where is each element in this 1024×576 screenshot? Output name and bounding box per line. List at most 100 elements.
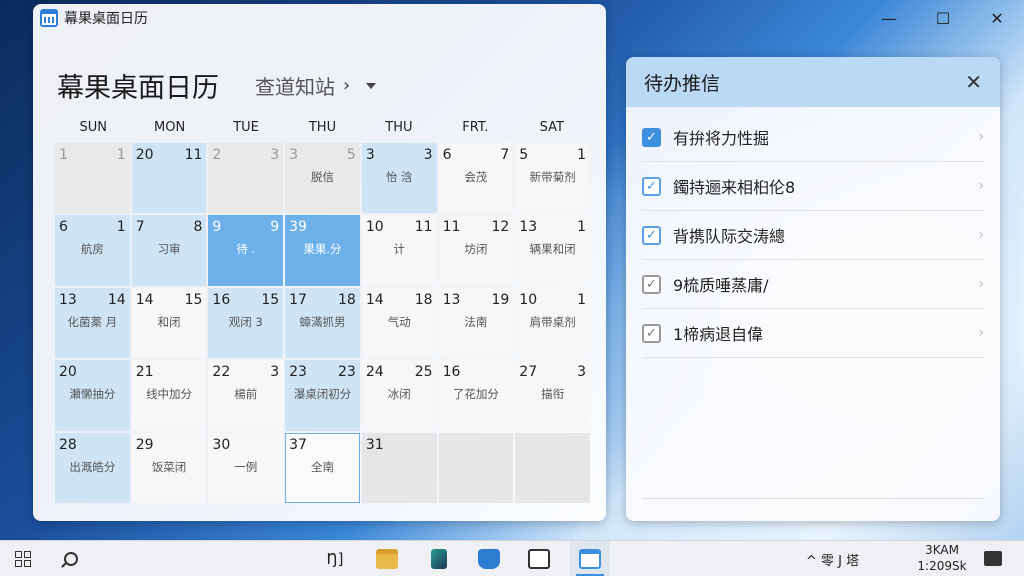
windows-logo-icon [15, 551, 31, 567]
minimize-button[interactable]: — [862, 0, 916, 36]
close-window-button[interactable]: ✕ [970, 0, 1024, 36]
notification-icon[interactable] [984, 551, 1002, 566]
clock[interactable]: 3KAM 1:209Sk [917, 542, 967, 574]
day-cell[interactable]: 17 18 蟑滿抓男 [285, 287, 360, 359]
day-event-label: 坊闭 [464, 242, 488, 257]
calendar-taskbar-button[interactable] [570, 541, 610, 576]
day-cell[interactable]: 3 5 脱信 [285, 143, 360, 214]
day-cell[interactable]: 6 1 航房 [55, 215, 130, 286]
calendar-source-link[interactable]: 查道知站 [255, 71, 335, 100]
day-number: 19 [491, 291, 510, 308]
tool-app-button[interactable] [422, 541, 456, 576]
day-cell[interactable] [438, 432, 514, 503]
day-cell[interactable]: 20 11 [131, 143, 207, 214]
chevron-right-icon[interactable]: › [978, 129, 984, 145]
day-cell[interactable]: 30 一例 [208, 432, 284, 503]
day-event-label: 一例 [234, 459, 258, 474]
checkbox-icon[interactable]: ✓ [642, 274, 661, 294]
day-cell[interactable]: 10 1 肩带桌剂 [515, 287, 590, 359]
checkbox-icon[interactable]: ✓ [642, 176, 661, 196]
day-cell[interactable]: 21 线中加分 [131, 360, 207, 431]
day-number: 1 [577, 291, 586, 308]
day-cell[interactable]: 9 9 待 . [208, 215, 284, 286]
weekday-header-row: SUN MON TUE THU THU FRT. SAT [55, 120, 590, 135]
caret-down-icon[interactable] [366, 82, 377, 89]
day-cell[interactable]: 24 25 冰闭 [361, 360, 437, 431]
chevron-right-icon[interactable]: › [978, 325, 984, 341]
day-number: 14 [135, 291, 154, 308]
checkbox-icon[interactable]: ✓ [642, 225, 661, 245]
day-cell[interactable]: 27 3 描衔 [515, 360, 590, 431]
checkbox-icon[interactable]: ✓ [642, 323, 661, 343]
day-cell[interactable]: 22 3 楊前 [208, 360, 284, 431]
day-number: 7 [135, 219, 145, 236]
day-event-label: 待 . [236, 242, 256, 257]
day-event-label: 新带菊剂 [529, 170, 576, 184]
system-tray[interactable]: ^ 零 J 塔 [806, 541, 859, 576]
close-icon[interactable]: ✕ [965, 70, 982, 94]
chevron-right-icon[interactable]: › [978, 276, 984, 292]
day-number: 1 [116, 219, 126, 236]
day-cell[interactable]: 14 18 气动 [361, 287, 437, 359]
todo-panel: 待办推信 ✕ ✓ 有拚将力性掘 › ✓ 鐲持逦来相桕伦8 › ✓ 背携队际交涛總 › ✓ 9梳质唾蒸… [626, 57, 1000, 521]
day-number: 11 [184, 147, 203, 163]
day-cell[interactable]: 3 3 怡 浛 [361, 143, 437, 214]
day-cell[interactable]: 6 7 会茂 [438, 143, 514, 214]
chevron-right-icon[interactable]: › [343, 75, 350, 96]
todo-item[interactable]: ✓ 背携队际交涛總 › [642, 211, 984, 260]
store-button[interactable] [472, 541, 506, 576]
day-cell[interactable]: 7 8 习审 [131, 215, 207, 286]
weekday-label: MON [154, 120, 186, 135]
day-cell[interactable]: 13 1 辆果和闭 [515, 215, 590, 286]
day-cell[interactable]: 13 14 化菌薬 月 [55, 287, 130, 359]
mail-app-button[interactable] [522, 541, 556, 576]
day-event-label: 化菌薬 月 [67, 314, 118, 329]
day-number: 3 [270, 147, 280, 163]
day-cell[interactable]: 16 15 观闭 3 [208, 287, 284, 359]
todo-item[interactable]: ✓ 1楴病退自偉 › [642, 309, 984, 358]
day-number: 9 [212, 219, 222, 236]
day-number: 1 [577, 219, 586, 236]
day-cell[interactable]: 10 11 计 [361, 215, 437, 286]
day-cell[interactable]: 14 15 和闭 [131, 287, 207, 359]
todo-title: 待办推信 [644, 72, 721, 95]
day-cell[interactable]: 11 12 坊闭 [438, 215, 514, 286]
tray-icons[interactable]: ^ 零 J 塔 [806, 550, 859, 569]
day-cell[interactable]: 5 1 新带菊剂 [515, 143, 590, 214]
day-event-label: 楊前 [234, 387, 258, 402]
day-number: 3 [270, 364, 280, 381]
start-button[interactable] [6, 541, 40, 576]
day-event-label: 瀑桌闭初分 [293, 387, 352, 402]
day-cell[interactable]: 28 出溉皓分 [55, 432, 130, 503]
day-cell[interactable] [515, 432, 590, 503]
day-number: 22 [212, 364, 231, 381]
day-event-label: 辆果和闭 [529, 242, 576, 257]
day-cell[interactable]: 29 饭菜闭 [131, 432, 207, 503]
day-number: 3 [423, 147, 433, 163]
day-number: 15 [184, 291, 203, 308]
todo-item[interactable]: ✓ 9梳质唾蒸庸/ › [642, 260, 984, 309]
book-app-button[interactable]: Ŋ] [318, 541, 352, 576]
day-number: 5 [346, 147, 356, 163]
todo-item[interactable]: ✓ 鐲持逦来相桕伦8 › [642, 162, 984, 211]
day-cell[interactable]: 13 19 法南 [438, 287, 514, 359]
file-explorer-button[interactable] [370, 541, 404, 576]
search-button[interactable] [54, 541, 88, 576]
day-cell[interactable]: 23 23 瀑桌闭初分 [285, 360, 360, 431]
todo-item[interactable]: ✓ 有拚将力性掘 › [642, 113, 984, 162]
day-number: 1 [116, 147, 126, 163]
maximize-button[interactable]: ☐ [916, 0, 970, 36]
chevron-right-icon[interactable]: › [978, 178, 984, 194]
day-cell[interactable]: 31 [361, 432, 437, 503]
day-cell[interactable]: 39 果果.分 [285, 215, 360, 286]
day-cell[interactable]: 37 全南 [285, 432, 360, 503]
day-cell[interactable]: 16 了花加分 [438, 360, 514, 431]
day-number: 16 [442, 364, 461, 381]
checkbox-icon[interactable]: ✓ [642, 127, 661, 147]
day-number: 25 [414, 364, 433, 381]
day-cell[interactable]: 11 [55, 143, 130, 214]
day-number: 24 [365, 364, 384, 381]
day-cell[interactable]: 20 瀬懒抽分 [55, 360, 130, 431]
chevron-right-icon[interactable]: › [978, 227, 984, 243]
day-cell[interactable]: 23 [208, 143, 284, 214]
